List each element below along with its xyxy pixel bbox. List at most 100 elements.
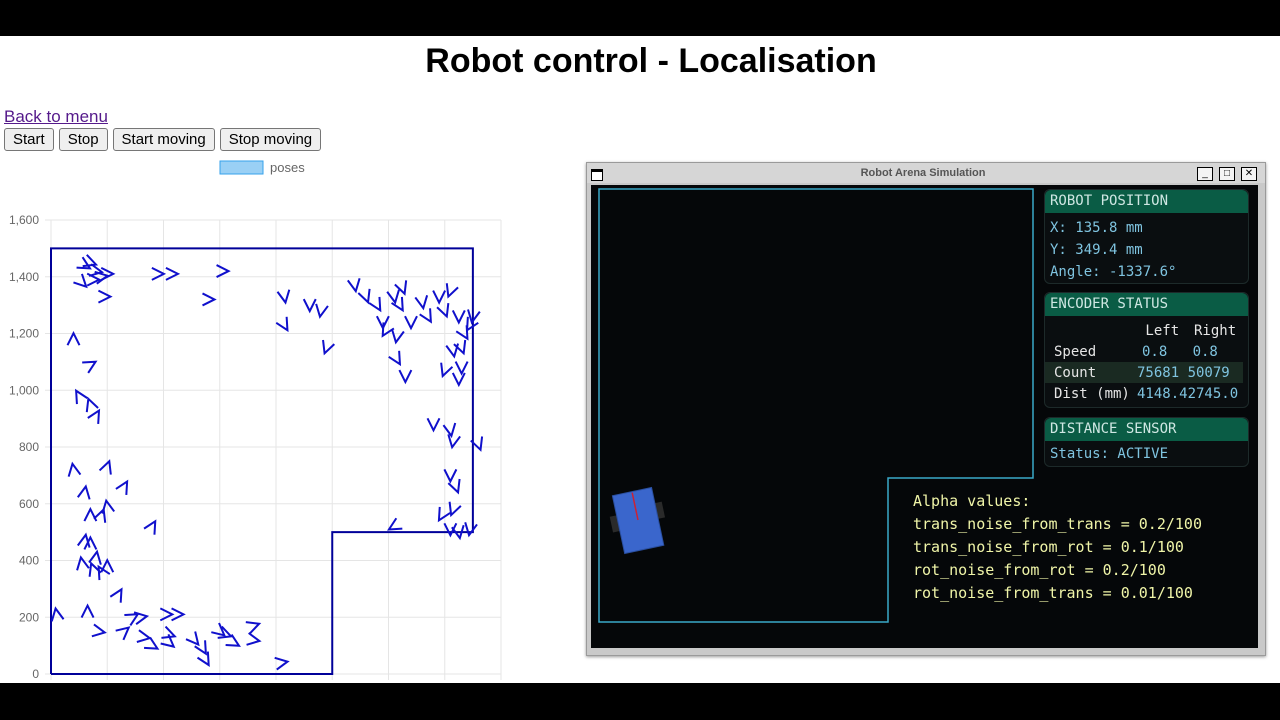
pose-marker [454,361,469,376]
pose-arrow [202,292,217,307]
pose-arrow [398,369,413,385]
pose-marker [97,289,113,304]
distance-sensor-panel: DISTANCE SENSOR Status: ACTIVE [1044,417,1249,467]
robot-x: X: 135.8 mm [1050,220,1143,236]
pose-marker [447,434,461,450]
pose-marker [87,408,101,425]
distance-sensor-header: DISTANCE SENSOR [1045,418,1248,441]
pose-arrow [445,343,460,359]
pose-arrow [91,623,107,638]
pose-marker [451,310,466,325]
minimize-button[interactable]: _ [1197,167,1213,181]
back-to-menu-link[interactable]: Back to menu [4,107,108,127]
pose-marker [115,479,129,495]
legend-label: poses [270,160,305,175]
arena-outline [50,247,474,675]
pose-marker [185,631,200,647]
row-label: Count [1045,362,1137,383]
pose-marker [275,316,289,333]
pose-marker [202,292,217,307]
pose-arrow [419,308,432,324]
pose-arrow [443,468,458,484]
pose-arrow [388,350,402,367]
pose-marker [432,290,447,305]
y-tick-label: 400 [19,554,39,568]
arena-canvas: ROBOT POSITION X: 135.8 mm Y: 349.4 mm A… [591,185,1258,648]
legend-swatch [219,160,264,175]
simulation-window: Robot Arena Simulation _ □ ✕ ROBOT POSIT… [586,162,1266,656]
pose-marker [302,298,317,314]
pose-marker [136,629,152,643]
pose-arrow [386,289,400,305]
pose-arrow [245,621,262,635]
y-tick-label: 1,600 [9,213,39,227]
pose-marker [80,603,95,619]
pose-marker [91,623,107,638]
pose-marker [151,267,167,281]
pose-marker [443,468,458,484]
pose-marker [386,289,400,305]
col-right: Right [1194,322,1237,339]
robot-position-header: ROBOT POSITION [1045,190,1248,213]
robot-y: Y: 349.4 mm [1050,242,1143,258]
count-left: 75681 [1137,362,1188,383]
pose-arrow [346,278,361,294]
alpha-title: Alpha values: [913,492,1031,510]
encoder-table: Left Right Speed 0.8 0.8 Count 75681 500… [1045,320,1243,404]
pose-arrow [185,631,200,647]
pose-marker [66,330,81,346]
pose-arrow [315,303,329,319]
alpha-values: Alpha values: trans_noise_from_trans = 0.… [913,490,1202,605]
window-titlebar[interactable]: Robot Arena Simulation _ □ ✕ [587,163,1265,183]
pose-arrow [451,310,466,325]
encoder-status-panel: ENCODER STATUS Left Right Speed 0.8 0.8 … [1044,292,1249,408]
y-tick-label: 600 [19,497,39,511]
control-buttons: Start Stop Start moving Stop moving [4,128,322,151]
pose-arrow [67,461,82,477]
stop-button[interactable]: Stop [58,128,108,151]
pose-marker [445,343,460,359]
pose-arrow [82,360,98,374]
robot-angle: Angle: -1337.6° [1050,264,1177,280]
page-title: Robot control - Localisation [425,42,877,80]
pose-arrow [391,329,405,345]
start-moving-button[interactable]: Start moving [112,128,215,151]
robot-body [611,486,665,555]
start-button[interactable]: Start [4,128,54,151]
y-tick-label: 1,000 [9,383,39,397]
pose-marker [398,369,413,385]
chart-grid [45,219,502,680]
sensor-status: Status: ACTIVE [1050,446,1169,462]
maximize-button[interactable]: □ [1219,167,1235,181]
pose-arrow [276,289,291,305]
pose-arrow [368,296,382,313]
pose-marker [245,621,262,635]
count-right: 50079 [1187,362,1243,383]
pose-arrow [357,288,371,305]
alpha-line: rot_noise_from_rot = 0.2/100 [913,561,1166,579]
close-button[interactable]: ✕ [1241,167,1257,181]
pose-marker [109,587,123,603]
stop-moving-button[interactable]: Stop moving [219,128,322,151]
pose-marker [357,288,371,305]
y-tick-label: 1,200 [9,327,39,341]
y-tick-label: 800 [19,440,39,454]
pose-marker [388,350,402,367]
pose-marker [414,295,429,311]
pose-marker [82,360,98,374]
pose-arrow [76,555,90,571]
pose-arrow [159,607,175,622]
pose-arrow [404,315,418,331]
pose-marker [368,296,382,313]
pose-marker [143,519,157,535]
pose-marker [85,396,99,413]
chart-legend: poses [219,160,305,175]
pose-marker [464,522,478,538]
pose-arrow [115,479,129,495]
encoder-status-header: ENCODER STATUS [1045,293,1248,316]
pose-arrow [451,372,466,388]
pose-arrow [80,603,95,619]
pose-marker [165,267,181,281]
pose-marker [404,315,418,331]
pose-marker [442,422,457,439]
